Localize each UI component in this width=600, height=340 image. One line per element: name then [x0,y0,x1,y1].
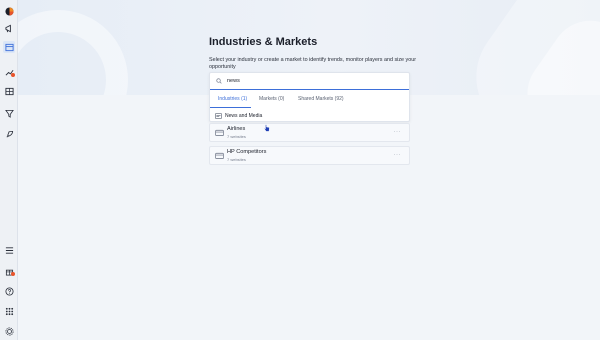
search-result-item[interactable]: News and Media [210,110,409,121]
tab-markets[interactable]: Markets (0) [259,96,284,102]
market-card-airlines[interactable]: Airlines 7 websites ··· [209,123,410,142]
market-website-count: 7 websites [227,134,246,139]
cursor-icon [264,124,270,132]
logo-icon[interactable] [3,5,15,17]
trends-icon[interactable] [3,66,15,78]
menu-icon[interactable] [3,244,15,256]
search-result-label: News and Media [225,112,263,119]
search-input[interactable] [227,76,397,86]
active-tab-indicator [210,107,251,108]
table-icon[interactable] [3,85,15,97]
market-icon [215,129,224,136]
search-bar [210,73,409,90]
page-subtitle: Select your industry or create a market … [209,57,417,71]
market-website-count: 7 websites [227,157,246,162]
funnel-icon[interactable] [3,107,15,119]
search-icon [216,78,222,84]
result-tabs: Industries (1) Markets (0) Shared Market… [210,93,409,107]
left-sidebar [0,0,18,340]
rocket-icon[interactable] [3,128,15,140]
tab-industries[interactable]: Industries (1) [218,96,247,102]
industry-icon [215,112,222,119]
market-name: HP Competitors [227,149,267,155]
gift-badge [11,272,15,276]
help-icon[interactable] [3,285,15,297]
market-card-hp-competitors[interactable]: HP Competitors 7 websites ··· [209,146,410,165]
apps-icon[interactable] [3,305,15,317]
page-title: Industries & Markets [209,36,318,48]
industries-icon[interactable] [3,41,15,53]
notification-badge [11,73,15,77]
market-name: Airlines [227,126,246,132]
tab-shared-markets[interactable]: Shared Markets (92) [298,96,344,102]
settings-icon[interactable] [3,325,15,337]
search-panel: Industries (1) Markets (0) Shared Market… [209,72,410,122]
market-icon [215,152,224,159]
more-options-icon[interactable]: ··· [394,129,402,135]
megaphone-icon[interactable] [3,22,15,34]
more-options-icon[interactable]: ··· [394,152,402,158]
gift-icon[interactable] [3,265,15,277]
decorative-shape [18,10,128,95]
